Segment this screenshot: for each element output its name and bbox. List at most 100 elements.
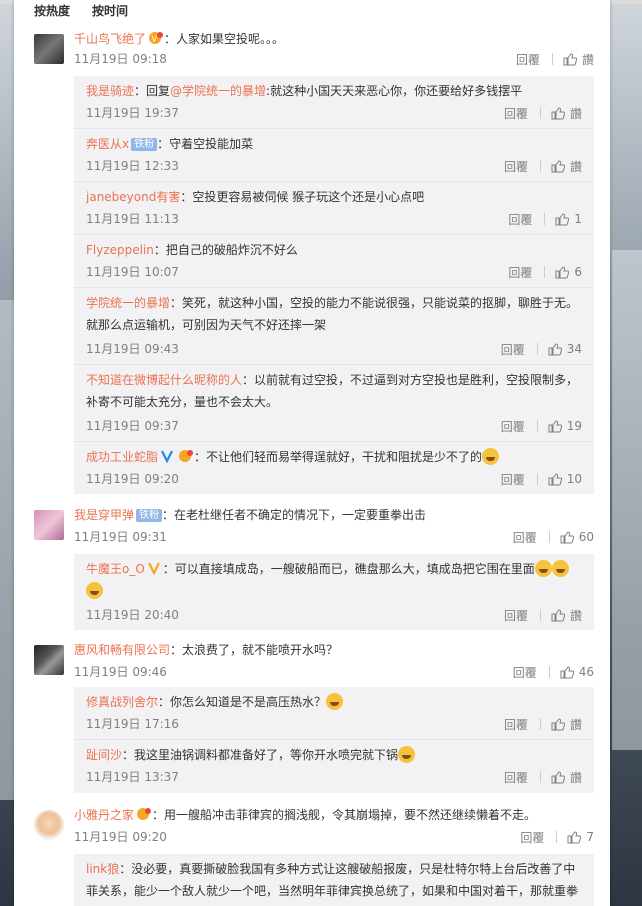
user-name[interactable]: 惠风和畅有限公司 bbox=[74, 643, 170, 657]
reply-button[interactable]: 回覆 bbox=[504, 158, 528, 175]
reply-user-name[interactable]: 我是骑迹 bbox=[86, 84, 134, 98]
divider bbox=[544, 266, 546, 278]
avatar[interactable] bbox=[34, 34, 64, 64]
like-button[interactable]: 讚 bbox=[551, 769, 582, 786]
comment-actions: 回覆 60 bbox=[513, 528, 594, 546]
reply-button[interactable]: 回覆 bbox=[508, 211, 532, 228]
reply-text: ：把自己的破船炸沉不好么 bbox=[153, 243, 298, 257]
reply-time: 11月19日 09:37 bbox=[86, 419, 179, 433]
reply-text: ：笑死，就这种小国，空投的能力不能说很强，只能说菜的抠脚，聊胜于无。 bbox=[170, 296, 579, 310]
thumbs-up-icon bbox=[560, 530, 574, 543]
like-count: 60 bbox=[578, 530, 594, 544]
like-button[interactable]: 1 bbox=[555, 212, 582, 226]
background-ship-detail bbox=[0, 300, 14, 800]
reply-user-name[interactable]: 成功工业蛇脂 bbox=[86, 450, 158, 464]
like-button[interactable]: 讚 bbox=[563, 51, 594, 68]
thumbs-up-icon bbox=[548, 342, 562, 355]
reply-time: 11月19日 20:40 bbox=[86, 608, 179, 622]
laugh-emoji-icon bbox=[482, 448, 500, 465]
reply-button[interactable]: 回覆 bbox=[504, 716, 528, 733]
reply-actions: 回覆 讚 bbox=[504, 104, 582, 122]
like-count: 讚 bbox=[569, 106, 582, 121]
reply-button[interactable]: 回覆 bbox=[504, 607, 528, 624]
avatar[interactable] bbox=[34, 810, 64, 840]
reply-user-name[interactable]: 牛魔王o_O bbox=[86, 562, 145, 576]
reply-time: 11月19日 12:33 bbox=[86, 159, 179, 173]
reply-button[interactable]: 回覆 bbox=[508, 264, 532, 281]
like-count: 讚 bbox=[581, 52, 594, 67]
divider bbox=[539, 160, 541, 172]
like-button[interactable]: 讚 bbox=[551, 158, 582, 175]
reply-time: 11月19日 19:37 bbox=[86, 106, 179, 120]
divider bbox=[548, 666, 550, 678]
user-name[interactable]: 我是穿甲弹 bbox=[74, 508, 134, 522]
reply-user-name[interactable]: 修真战列舍尔 bbox=[86, 695, 158, 709]
comment-text: ：太浪费了，就不能喷开水吗？ bbox=[170, 643, 339, 657]
comment-text: ：在老杜继任者不确定的情况下，一定要重拳出击 bbox=[162, 508, 427, 522]
fan-badge[interactable]: 铁粉 bbox=[131, 138, 158, 151]
laugh-emoji-icon bbox=[86, 582, 103, 599]
divider bbox=[536, 420, 538, 432]
reply-user-name[interactable]: 不知道在微博起什么昵称的人 bbox=[86, 373, 242, 387]
reply-user-name[interactable]: 趾间沙 bbox=[86, 748, 122, 762]
reply-button[interactable]: 回覆 bbox=[513, 664, 537, 681]
reply-button[interactable]: 回覆 bbox=[520, 829, 544, 846]
reply-user-name[interactable]: link狼 bbox=[86, 862, 119, 876]
like-count: 7 bbox=[586, 830, 594, 844]
reply-actions: 回覆 19 bbox=[501, 417, 582, 435]
reply-button[interactable]: 回覆 bbox=[501, 471, 525, 488]
reply-user-name[interactable]: 奔医从x bbox=[86, 137, 129, 151]
like-button[interactable]: 6 bbox=[555, 265, 582, 279]
user-name[interactable]: 小雅丹之家 bbox=[74, 808, 134, 822]
reply-text: ：可以直接填成岛，一艘破船而已，礁盘那么大，填成岛把它围在里面 bbox=[162, 562, 535, 576]
reply-button[interactable]: 回覆 bbox=[516, 51, 540, 68]
reply-user-name[interactable]: 学院统一的暴增 bbox=[86, 296, 170, 310]
reply-list: 我是骑迹：回复@学院统一的暴增:就这种小国天天来恶心你，你还要给好多钱摆平 11… bbox=[74, 76, 594, 494]
thumbs-up-icon bbox=[551, 106, 565, 119]
reply-item: 成功工业蛇脂 ：不让他们轻而易举得逞就好，干扰和阻扰是少不了的 11月19日 09… bbox=[74, 442, 594, 494]
laugh-emoji-icon bbox=[534, 560, 552, 577]
reply-text-line2: 补寄不可能太充分，量也不会太大。 bbox=[86, 395, 279, 409]
doge-emoji-icon bbox=[326, 693, 344, 710]
avatar[interactable] bbox=[34, 645, 64, 675]
reply-text-prefix: ：回复 bbox=[134, 84, 171, 98]
reply-time: 11月19日 17:16 bbox=[86, 717, 179, 731]
reply-time: 11月19日 09:20 bbox=[86, 472, 179, 486]
user-name[interactable]: 千山鸟飞绝了 bbox=[74, 32, 146, 46]
reply-user-name[interactable]: Flyzeppelin bbox=[86, 243, 154, 257]
divider bbox=[539, 609, 541, 621]
reply-item: 我是骑迹：回复@学院统一的暴增:就这种小国天天来恶心你，你还要给好多钱摆平 11… bbox=[74, 76, 594, 129]
vip-icon bbox=[178, 449, 194, 463]
vip-icon bbox=[136, 807, 152, 821]
like-button[interactable]: 讚 bbox=[551, 607, 582, 624]
reply-button[interactable]: 回覆 bbox=[501, 418, 525, 435]
reply-button[interactable]: 回覆 bbox=[513, 529, 537, 546]
like-button[interactable]: 46 bbox=[560, 665, 594, 679]
avatar[interactable] bbox=[34, 510, 64, 540]
reply-button[interactable]: 回覆 bbox=[504, 105, 528, 122]
reply-actions: 回覆 34 bbox=[501, 340, 582, 358]
tab-hot[interactable]: 按热度 bbox=[34, 2, 70, 20]
like-count: 1 bbox=[574, 212, 582, 226]
like-button[interactable]: 60 bbox=[560, 530, 594, 544]
comment-text: ：人家如果空投呢。。。 bbox=[164, 32, 285, 46]
thumbs-up-icon bbox=[551, 717, 565, 730]
reply-mention[interactable]: @学院统一的暴增 bbox=[170, 84, 266, 98]
reply-button[interactable]: 回覆 bbox=[504, 769, 528, 786]
thumbs-up-icon bbox=[551, 770, 565, 783]
reply-text: ：不让他们轻而易举得逞就好，干扰和阻扰是少不了的 bbox=[194, 450, 483, 464]
like-count: 讚 bbox=[569, 608, 582, 623]
like-button[interactable]: 7 bbox=[567, 830, 594, 844]
like-button[interactable]: 19 bbox=[548, 419, 582, 433]
reply-button[interactable]: 回覆 bbox=[501, 341, 525, 358]
like-button[interactable]: 讚 bbox=[551, 716, 582, 733]
like-button[interactable]: 10 bbox=[548, 472, 582, 486]
tab-time[interactable]: 按时间 bbox=[92, 2, 128, 20]
fan-badge[interactable]: 铁粉 bbox=[136, 509, 163, 522]
like-count: 讚 bbox=[569, 159, 582, 174]
like-button[interactable]: 讚 bbox=[551, 105, 582, 122]
like-count: 46 bbox=[578, 665, 594, 679]
comment-time: 11月19日 09:20 bbox=[74, 830, 167, 844]
like-button[interactable]: 34 bbox=[548, 342, 582, 356]
reply-user-name[interactable]: janebeyond有害 bbox=[86, 190, 180, 204]
